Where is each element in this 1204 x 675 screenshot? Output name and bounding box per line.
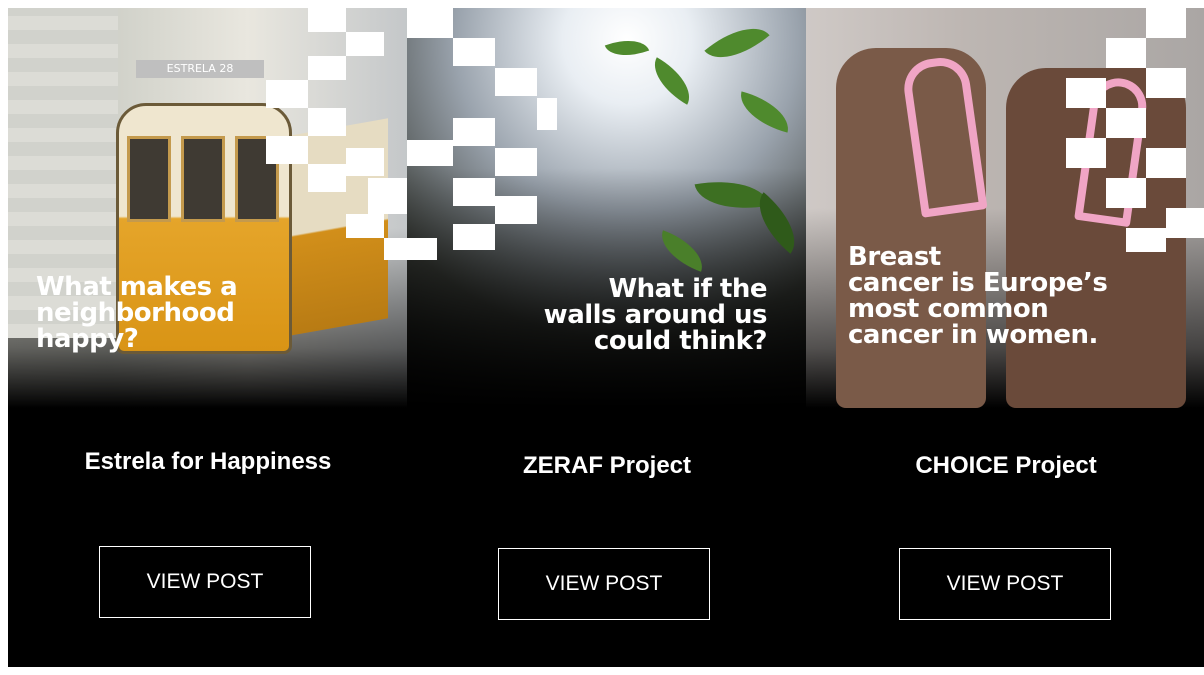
tram-window: [127, 136, 171, 222]
street-sign: ESTRELA 28: [136, 60, 264, 78]
pixel-square: [346, 214, 384, 238]
image-caption: What if the walls around us could think?: [543, 274, 768, 356]
pixel-square: [453, 178, 495, 206]
pixel-square: [407, 238, 437, 260]
pixel-square: [1066, 138, 1106, 168]
project-image-tram[interactable]: ESTRELA 28 What makes a neighborhood hap…: [8, 8, 408, 408]
pixel-square: [368, 178, 408, 214]
card-title: CHOICE Project: [915, 452, 1097, 479]
pixel-square: [308, 8, 346, 32]
leaf: [694, 172, 770, 218]
pixel-square: [1106, 178, 1146, 208]
pixel-square: [384, 238, 408, 260]
project-card-estrela: ESTRELA 28 What makes a neighborhood hap…: [8, 8, 408, 667]
projects-grid: ESTRELA 28 What makes a neighborhood hap…: [8, 8, 1204, 667]
pixel-square: [266, 80, 308, 108]
view-post-button[interactable]: VIEW POST: [498, 548, 710, 620]
leaf: [643, 57, 701, 105]
leaf: [604, 31, 650, 65]
pixel-square: [1146, 8, 1186, 38]
leaf: [654, 230, 710, 272]
pixel-square: [1146, 68, 1186, 98]
image-caption: What makes a neighborhood happy?: [36, 272, 238, 354]
pixel-square: [495, 196, 537, 224]
pixel-square: [407, 140, 453, 166]
view-post-button[interactable]: VIEW POST: [899, 548, 1111, 620]
pixel-square: [1106, 38, 1146, 68]
pixel-square: [1106, 108, 1146, 138]
pixel-square: [1166, 208, 1204, 238]
leaf: [704, 12, 770, 74]
view-post-button[interactable]: VIEW POST: [99, 546, 311, 618]
pixel-square: [1126, 228, 1166, 252]
pixel-square: [407, 8, 453, 38]
pixel-square: [266, 136, 308, 164]
pixel-square: [1066, 78, 1106, 108]
pixel-square: [1146, 148, 1186, 178]
pixel-square: [346, 148, 384, 176]
pixel-square: [453, 224, 495, 250]
project-image-leaves[interactable]: What if the walls around us could think?: [407, 8, 807, 408]
pixel-square: [308, 164, 346, 192]
image-caption: Breast cancer is Europe’s most common ca…: [848, 242, 1108, 350]
card-title: Estrela for Happiness: [84, 448, 332, 475]
pixel-square: [308, 56, 346, 80]
card-title: ZERAF Project: [522, 452, 692, 479]
project-image-ribbons[interactable]: Breast cancer is Europe’s most common ca…: [806, 8, 1204, 408]
project-card-zeraf: What if the walls around us could think?…: [407, 8, 807, 667]
tram-window: [181, 136, 225, 222]
pixel-square: [495, 68, 537, 96]
pixel-square: [537, 98, 557, 130]
pixel-square: [495, 148, 537, 176]
project-card-choice: Breast cancer is Europe’s most common ca…: [806, 8, 1204, 667]
pixel-square: [453, 118, 495, 146]
pixel-square: [308, 108, 346, 136]
pixel-square: [453, 38, 495, 66]
leaf: [734, 91, 795, 133]
pixel-square: [346, 32, 384, 56]
